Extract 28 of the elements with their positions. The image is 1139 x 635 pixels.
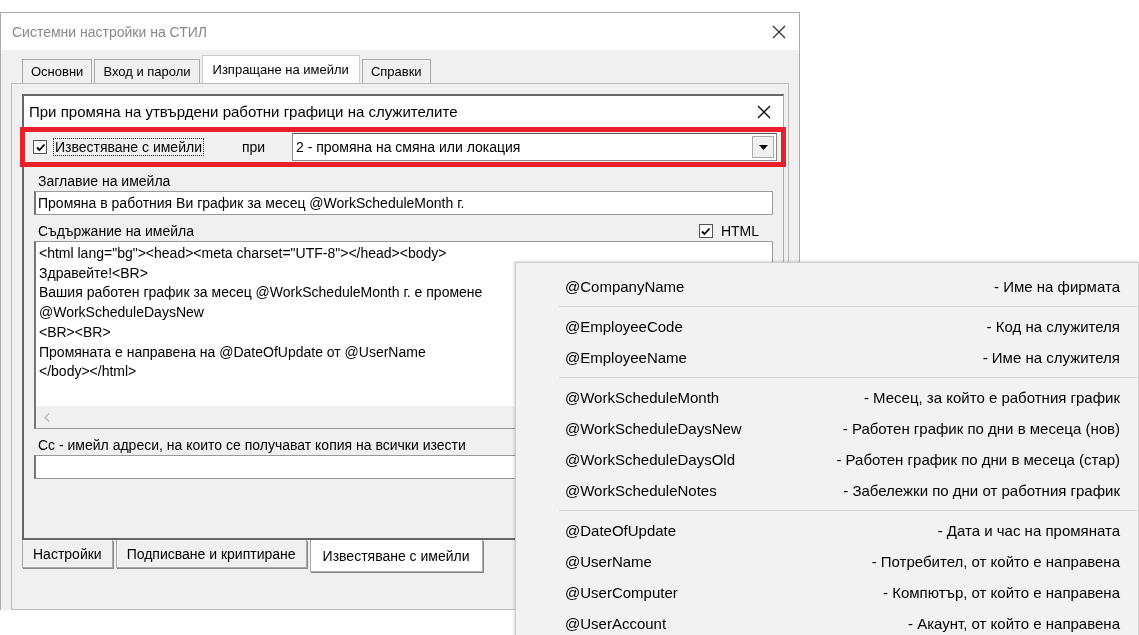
close-icon[interactable] [772, 24, 786, 39]
menu-item[interactable]: @UserComputer - Компютър, от който е направена [516, 577, 1138, 608]
field-label: Съдържание на имейла [37, 223, 195, 239]
tab[interactable]: Настройки [22, 540, 113, 568]
checkbox-label[interactable]: HTML [720, 223, 759, 239]
tab[interactable]: Известяване с имейли [309, 540, 483, 572]
input-field[interactable]: Промяна в работния Ви график за месец @WorkScheduleMonth г. [34, 191, 773, 215]
menu-item[interactable]: @DateOfUpdate - Дата и час на промяната [516, 515, 1138, 546]
menu-item[interactable]: @WorkScheduleNotes - Забележки по дни от работния график [516, 475, 1138, 506]
caret-icon[interactable] [758, 144, 768, 150]
field-label: при [241, 139, 267, 155]
field-label: Заглавие на имейла [37, 173, 172, 189]
tab[interactable]: Справки [361, 59, 431, 83]
menu-item[interactable]: @UserName - Потребител, от който е направена [516, 546, 1138, 577]
checkbox[interactable] [33, 140, 47, 154]
tab[interactable]: Подписване и криптиране [115, 540, 307, 568]
menu-item[interactable]: @WorkScheduleDaysOld - Работен график по дни в месеца (стар) [516, 444, 1138, 475]
checkbox[interactable] [698, 224, 713, 238]
checkbox-label[interactable]: Известяване с имейли [53, 138, 204, 156]
dropdown[interactable]: 2 - промяна на смяна или локация [291, 133, 777, 161]
close-icon[interactable] [757, 104, 771, 119]
field-label: Cc - имейл адреси, на които се получават копия на всички изести [37, 437, 467, 453]
panel-title: При промяна на утвърдени работни графици на служителите [29, 103, 458, 120]
menu-item[interactable]: @UserAccount - Акаунт, от който е направена [516, 608, 1138, 635]
tab[interactable]: Изпращане на имейли [201, 55, 360, 83]
tab[interactable]: Основни [22, 59, 93, 83]
window-title: Системни настройки на СТИЛ [12, 23, 208, 40]
tab[interactable]: Вход и пароли [94, 59, 200, 83]
